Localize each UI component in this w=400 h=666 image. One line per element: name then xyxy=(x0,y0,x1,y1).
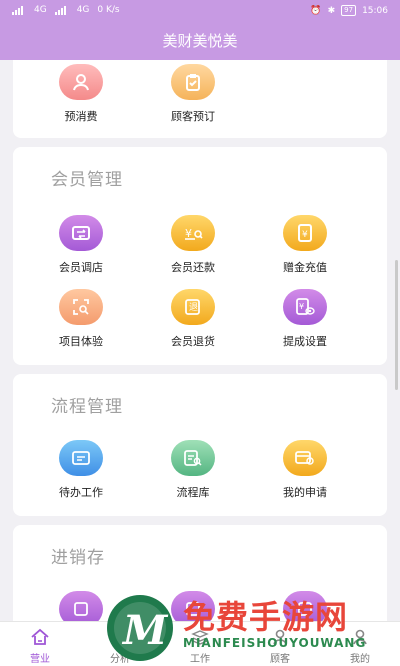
tile-bonus-recharge[interactable]: ¥ 赠金充值 xyxy=(255,215,355,275)
tab-label: 工作 xyxy=(190,654,210,665)
tile-member-return[interactable]: 退 会员退货 xyxy=(143,289,243,349)
tile-label: 会员退货 xyxy=(171,335,215,348)
battery-level: 97 xyxy=(344,6,354,14)
document-icon xyxy=(171,591,215,622)
battery-icon: 97 xyxy=(341,5,357,16)
main-content[interactable]: 预消费 顾客预订 会员管理 会员调店 ¥ 会员还款 ¥ 赠金充值 项目体验 退 … xyxy=(0,60,400,622)
home-icon xyxy=(0,628,80,646)
clock: 15:06 xyxy=(362,5,388,16)
section-title: 流程管理 xyxy=(51,397,123,417)
tab-label: 营业 xyxy=(30,654,50,665)
signal-icon xyxy=(54,5,69,15)
cart-icon xyxy=(283,591,327,622)
speed-label: 0 K/s xyxy=(97,5,120,15)
status-bar: 4G 4G 0 K/s ⏰ ✱ 97 15:06 xyxy=(0,0,400,22)
network-label: 4G xyxy=(34,5,47,15)
tab-label: 我的 xyxy=(350,654,370,665)
tile-inventory-1[interactable] xyxy=(31,591,131,622)
tile-member-transfer[interactable]: 会员调店 xyxy=(31,215,131,275)
tile-customer-booking[interactable]: 顾客预订 xyxy=(143,64,243,124)
section-title: 进销存 xyxy=(51,548,105,568)
tile-process-library[interactable]: 流程库 xyxy=(143,440,243,500)
tile-inventory-2[interactable] xyxy=(143,591,243,622)
yen-document-icon: ¥ xyxy=(283,215,327,251)
signal-icon xyxy=(12,5,26,15)
box-icon xyxy=(59,591,103,622)
tile-project-trial[interactable]: 项目体验 xyxy=(31,289,131,349)
process-management-card: 流程管理 待办工作 流程库 我的申请 xyxy=(13,374,387,516)
tile-label: 会员调店 xyxy=(59,261,103,274)
app-title: 美财美悦美 xyxy=(0,22,400,60)
inventory-card: 进销存 xyxy=(13,525,387,622)
tab-label: 分析 xyxy=(110,654,130,665)
tile-label: 赠金充值 xyxy=(283,261,327,274)
tab-work[interactable]: 工作 xyxy=(160,622,240,666)
tile-label: 会员还款 xyxy=(171,261,215,274)
svg-text:¥: ¥ xyxy=(185,227,192,240)
stack-icon xyxy=(160,628,240,646)
tile-pending-work[interactable]: 待办工作 xyxy=(31,440,131,500)
chart-icon xyxy=(80,628,160,646)
tile-label: 我的申请 xyxy=(283,486,327,499)
alarm-icon: ⏰ xyxy=(310,5,322,16)
svg-text:¥: ¥ xyxy=(299,302,304,311)
tab-analysis[interactable]: 分析 xyxy=(80,622,160,666)
list-search-icon xyxy=(171,440,215,476)
tile-pre-consume[interactable]: 预消费 xyxy=(31,64,131,124)
tile-member-repay[interactable]: ¥ 会员还款 xyxy=(143,215,243,275)
tile-inventory-3[interactable] xyxy=(255,591,355,622)
tile-label: 流程库 xyxy=(176,486,210,499)
customer-icon xyxy=(240,628,320,646)
clipboard-icon xyxy=(171,64,215,100)
svg-text:¥: ¥ xyxy=(302,230,308,240)
quick-actions-card: 预消费 顾客预订 xyxy=(13,60,387,138)
tile-label: 项目体验 xyxy=(59,335,103,348)
user-icon xyxy=(59,64,103,100)
card-icon xyxy=(59,440,103,476)
svg-text:退: 退 xyxy=(189,302,198,313)
tab-business[interactable]: 营业 xyxy=(0,622,80,666)
network-label: 4G xyxy=(76,5,90,15)
tab-profile[interactable]: 我的 xyxy=(320,622,400,666)
yen-eye-icon: ¥ xyxy=(283,289,327,325)
tile-label: 预消费 xyxy=(64,110,98,123)
tab-customers[interactable]: 顾客 xyxy=(240,622,320,666)
bottom-tab-bar: 营业 分析 工作 顾客 我的 xyxy=(0,621,400,666)
scrollbar[interactable] xyxy=(395,260,398,390)
tile-label: 顾客预订 xyxy=(171,110,215,123)
refund-icon: 退 xyxy=(171,289,215,325)
expand-search-icon xyxy=(59,289,103,325)
tile-label: 待办工作 xyxy=(59,486,103,499)
yen-search-icon: ¥ xyxy=(171,215,215,251)
profile-icon xyxy=(320,628,400,646)
tile-commission-settings[interactable]: ¥ 提成设置 xyxy=(255,289,355,349)
section-title: 会员管理 xyxy=(51,170,123,190)
application-icon xyxy=(283,440,327,476)
bluetooth-icon: ✱ xyxy=(327,5,336,16)
tile-my-applications[interactable]: 我的申请 xyxy=(255,440,355,500)
tab-label: 顾客 xyxy=(270,654,290,665)
member-management-card: 会员管理 会员调店 ¥ 会员还款 ¥ 赠金充值 项目体验 退 会员退货 ¥ 提成… xyxy=(13,147,387,365)
transfer-card-icon xyxy=(59,215,103,251)
tile-label: 提成设置 xyxy=(283,335,327,348)
